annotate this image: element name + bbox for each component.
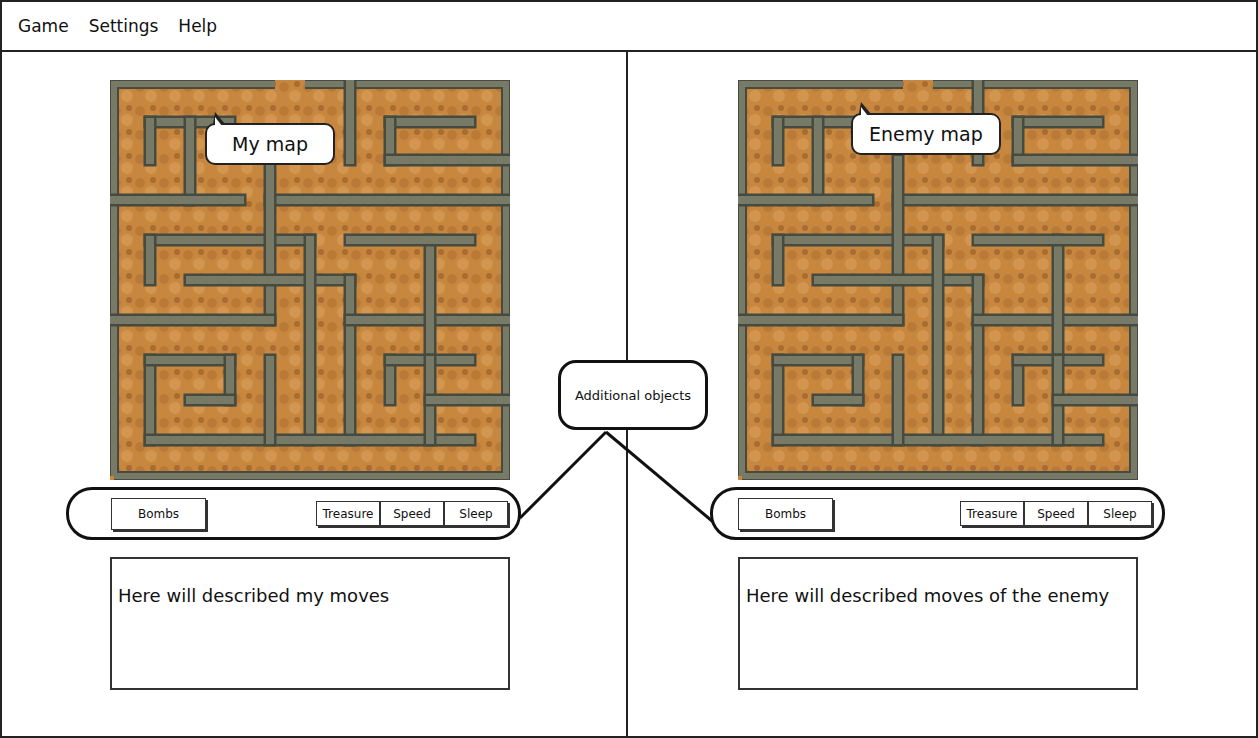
bombs-button[interactable]: Bombs [738,498,833,530]
object-button[interactable]: Speed [1024,501,1088,526]
callout: Additional objects [558,360,708,430]
map-label: Enemy map [851,113,1001,155]
app-window: GameSettingsHelp My map Bombs TreasureSp… [0,0,1258,738]
object-button[interactable]: Speed [380,501,444,526]
player-panel: My map Bombs TreasureSpeedSleep Here wil… [2,52,628,736]
objects-bar: Bombs TreasureSpeedSleep [66,487,521,540]
menu-item[interactable]: Help [178,16,217,36]
menu-item[interactable]: Game [18,16,69,36]
extras-group: TreasureSpeedSleep [960,501,1152,526]
player-panel: Enemy map Bombs TreasureSpeedSleep Here … [628,52,1256,736]
maze-map: Enemy map [738,80,1138,480]
object-button[interactable]: Treasure [316,501,380,526]
menu-bar: Game Settings Help [2,2,1256,52]
object-button[interactable]: Sleep [444,501,508,526]
object-button[interactable]: Treasure [960,501,1024,526]
menu-item[interactable]: Settings [89,16,159,36]
map-label: My map [205,123,335,165]
object-button[interactable]: Sleep [1088,501,1152,526]
extras-group: TreasureSpeedSleep [316,501,508,526]
moves-log: Here will described moves of the enemy [738,557,1138,690]
objects-bar: Bombs TreasureSpeedSleep [710,487,1165,540]
maze-map: My map [110,80,510,480]
bombs-button[interactable]: Bombs [111,498,206,530]
moves-log: Here will described my moves [110,557,510,690]
